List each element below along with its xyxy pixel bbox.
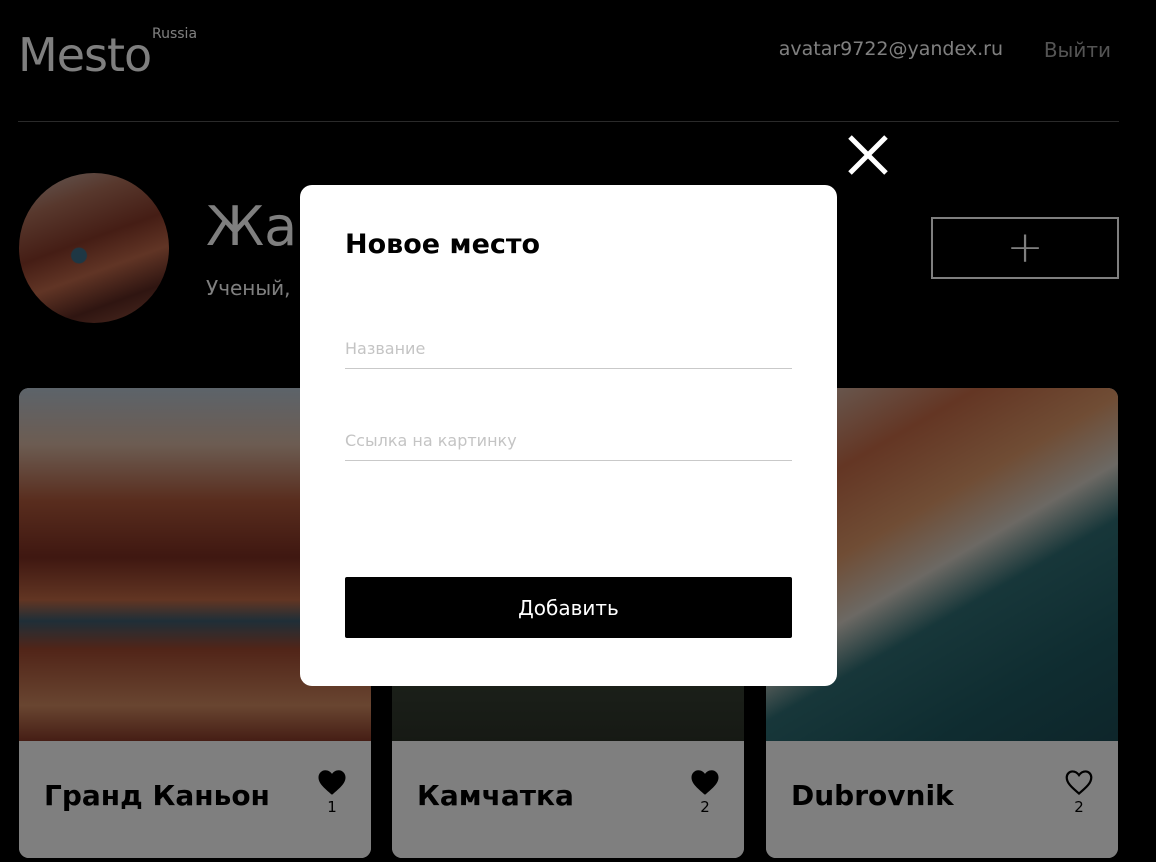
close-icon[interactable] bbox=[844, 131, 892, 179]
submit-button[interactable]: Добавить bbox=[345, 577, 792, 638]
add-place-popup: Новое место Добавить bbox=[300, 185, 837, 686]
place-link-input[interactable] bbox=[345, 421, 792, 461]
popup-title: Новое место bbox=[345, 229, 541, 260]
place-name-input[interactable] bbox=[345, 329, 792, 369]
